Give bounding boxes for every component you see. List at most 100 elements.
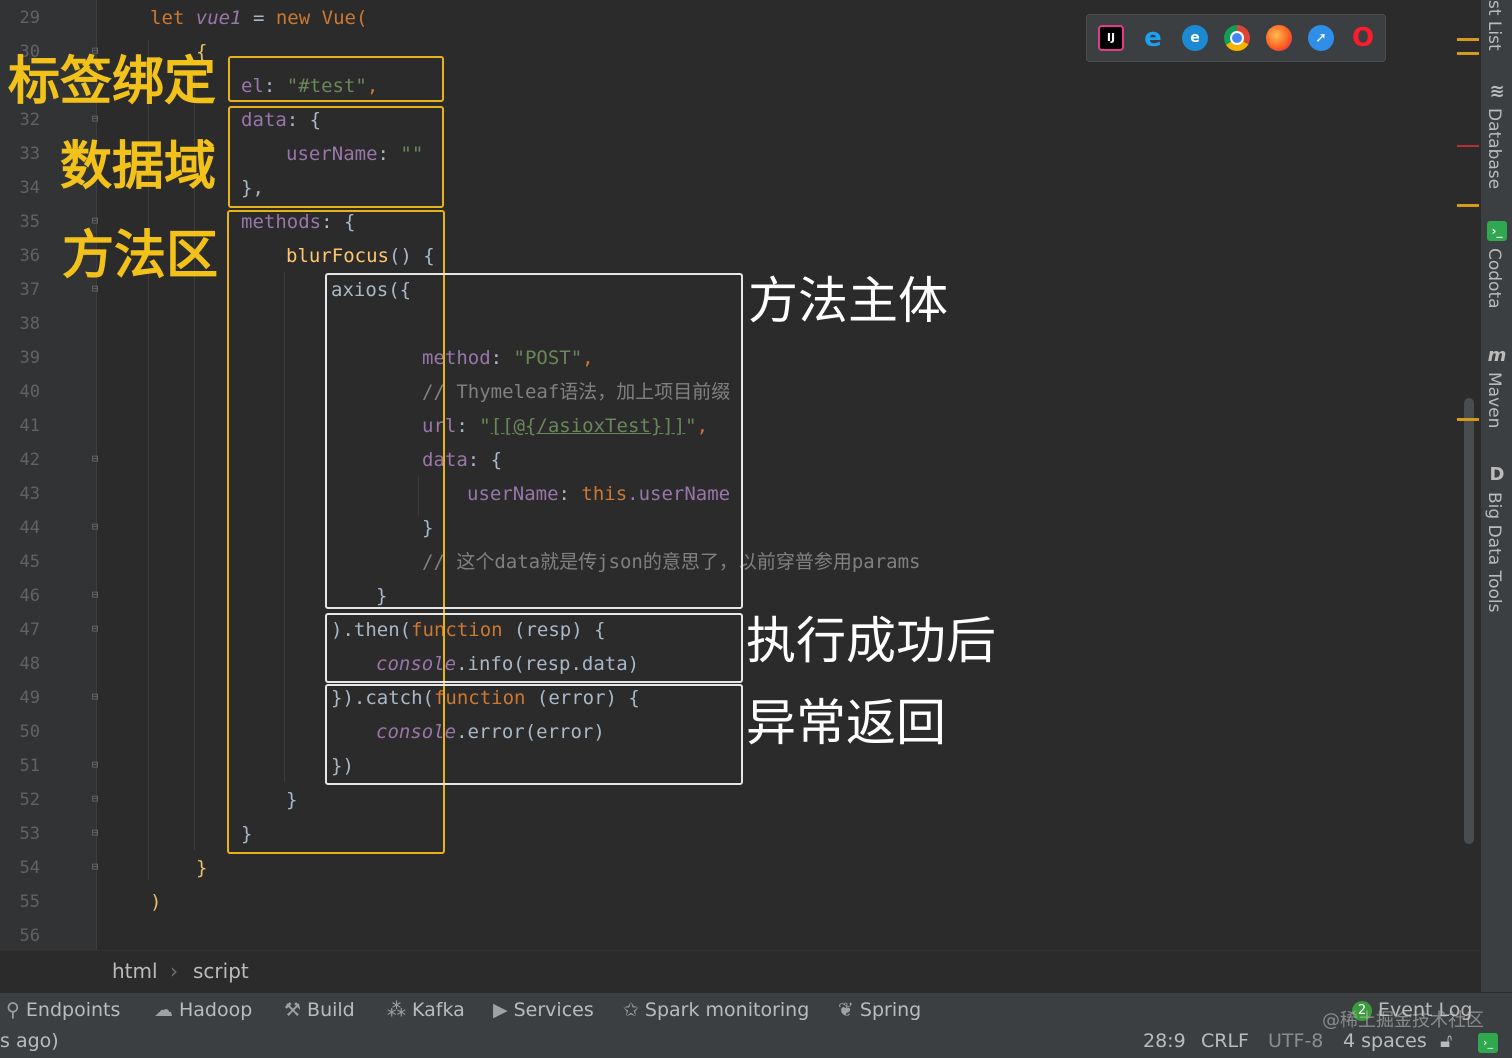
success-box — [325, 613, 743, 683]
line-number: 47 — [19, 620, 40, 640]
kafka-icon: ⁂ — [387, 999, 406, 1021]
tab-database[interactable]: Database — [1484, 108, 1504, 189]
error-label: 异常返回 — [746, 694, 946, 752]
fold-icon[interactable]: ⊟ — [88, 622, 102, 636]
line-number: 48 — [19, 654, 40, 674]
line-number: 42 — [19, 450, 40, 470]
line-number: 56 — [19, 926, 40, 946]
opera-icon[interactable]: O — [1350, 25, 1376, 51]
tool-spring[interactable]: ❦ Spring — [838, 999, 921, 1021]
fold-end-icon[interactable]: ⊟ — [88, 758, 102, 772]
line-number: 29 — [19, 8, 40, 28]
line-number: 39 — [19, 348, 40, 368]
tool-build[interactable]: ⚒ Build — [284, 999, 355, 1021]
indent-setting[interactable]: 4 spaces — [1343, 1030, 1427, 1052]
error-marker[interactable] — [1457, 145, 1479, 147]
watermark: @稀土掘金技术社区 — [1322, 1010, 1484, 1031]
line-number: 53 — [19, 824, 40, 844]
line-separator[interactable]: CRLF — [1201, 1030, 1249, 1052]
line-number: 38 — [19, 314, 40, 334]
breadcrumb-separator: › — [170, 959, 178, 983]
line-number: 40 — [19, 382, 40, 402]
codota-status-icon[interactable]: ›_ — [1478, 1033, 1498, 1053]
status-message[interactable]: s ago) — [0, 1030, 59, 1052]
tool-kafka[interactable]: ⁂ Kafka — [387, 999, 465, 1021]
firefox-icon[interactable] — [1266, 25, 1292, 51]
tool-services[interactable]: ▶ Services — [493, 999, 594, 1021]
services-icon: ▶ — [493, 999, 508, 1021]
edge-icon[interactable]: e — [1182, 25, 1208, 51]
fold-end-icon[interactable]: ⊟ — [88, 520, 102, 534]
line-number: 34 — [19, 178, 40, 198]
endpoints-icon: ⚲ — [6, 999, 20, 1021]
line-number: 46 — [19, 586, 40, 606]
tool-window-bar: ⚲ Endpoints ☁ Hadoop ⚒ Build ⁂ Kafka ▶ Servic… — [0, 992, 1512, 1029]
fold-icon[interactable]: ⊟ — [88, 452, 102, 466]
label-binding-box — [228, 56, 444, 102]
breadcrumb: html › script — [0, 950, 1480, 993]
warning-marker[interactable] — [1457, 52, 1479, 55]
big-data-tools-icon: D — [1489, 464, 1505, 485]
success-label: 执行成功后 — [746, 612, 996, 670]
line-number: 43 — [19, 484, 40, 504]
fold-end-icon[interactable]: ⊟ — [88, 690, 102, 704]
method-area-label: 方法区 — [62, 226, 219, 286]
codota-icon: ›_ — [1487, 221, 1507, 241]
code-line-29: let vue1 = new Vue( — [150, 7, 368, 29]
database-icon: ≋ — [1489, 81, 1505, 102]
browser-preview-bar: IJ e e ➚ O — [1086, 14, 1386, 62]
breadcrumb-item-script[interactable]: script — [193, 959, 249, 983]
status-bar: s ago) 28:9 CRLF UTF-8 4 spaces 🔓︎ ›_ — [0, 1028, 1512, 1058]
code-line-55: ) — [150, 891, 162, 913]
warning-marker[interactable] — [1457, 204, 1479, 207]
vertical-scrollbar[interactable] — [1464, 398, 1474, 844]
tool-spark-monitoring[interactable]: ✩ Spark monitoring — [623, 999, 809, 1021]
safari-icon[interactable]: ➚ — [1308, 25, 1334, 51]
line-number: 44 — [19, 518, 40, 538]
line-number: 33 — [19, 144, 40, 164]
tab-todo-list[interactable]: st List — [1484, 0, 1504, 51]
tab-codota[interactable]: Codota — [1484, 248, 1504, 309]
lock-icon[interactable]: 🔓︎ — [1440, 1030, 1452, 1052]
line-number: 55 — [19, 892, 40, 912]
chrome-icon[interactable] — [1224, 25, 1250, 51]
method-body-box — [325, 273, 743, 609]
hadoop-icon: ☁ — [154, 999, 173, 1021]
fold-icon[interactable]: ⊟ — [88, 112, 102, 126]
tool-endpoints[interactable]: ⚲ Endpoints — [6, 999, 120, 1021]
maven-icon: m — [1487, 345, 1507, 366]
label-binding-label: 标签绑定 — [8, 52, 217, 112]
breadcrumb-item-html[interactable]: html — [112, 959, 158, 983]
intellij-icon[interactable]: IJ — [1098, 25, 1124, 51]
fold-end-icon[interactable]: ⊟ — [88, 826, 102, 840]
line-number: 37 — [19, 280, 40, 300]
tab-big-data-tools[interactable]: Big Data Tools — [1484, 492, 1504, 612]
data-domain-label: 数据域 — [60, 137, 217, 197]
ie-icon[interactable]: e — [1140, 25, 1166, 51]
line-number: 49 — [19, 688, 40, 708]
spark-icon: ✩ — [623, 999, 639, 1021]
line-number: 51 — [19, 756, 40, 776]
line-number: 35 — [19, 212, 40, 232]
tool-hadoop[interactable]: ☁ Hadoop — [154, 999, 252, 1021]
line-number: 36 — [19, 246, 40, 266]
line-number: 50 — [19, 722, 40, 742]
line-number: 41 — [19, 416, 40, 436]
caret-position[interactable]: 28:9 — [1143, 1030, 1186, 1052]
spring-leaf-icon: ❦ — [838, 999, 854, 1021]
line-number: 45 — [19, 552, 40, 572]
line-number: 54 — [19, 858, 40, 878]
fold-end-icon[interactable]: ⊟ — [88, 792, 102, 806]
tab-maven[interactable]: Maven — [1484, 372, 1504, 428]
code-line-54: } — [196, 857, 208, 879]
hammer-icon: ⚒ — [284, 999, 302, 1021]
code-editor[interactable]: 29 30 32 33 34 35 36 37 38 39 40 41 42 4… — [0, 0, 1480, 950]
warning-marker[interactable] — [1457, 38, 1479, 41]
fold-end-icon[interactable]: ⊟ — [88, 588, 102, 602]
error-box — [325, 684, 743, 785]
data-domain-box — [228, 106, 444, 208]
method-body-label: 方法主体 — [748, 272, 948, 330]
warning-marker[interactable] — [1457, 418, 1479, 421]
fold-end-icon[interactable]: ⊟ — [88, 860, 102, 874]
file-encoding[interactable]: UTF-8 — [1268, 1030, 1323, 1052]
